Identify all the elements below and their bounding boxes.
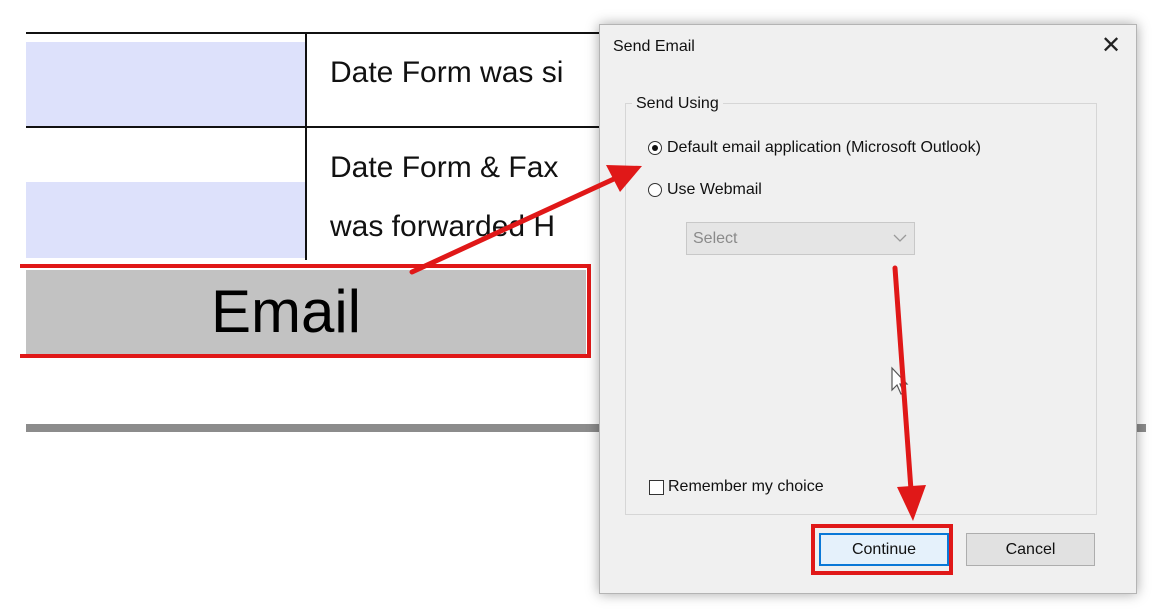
continue-button-highlight — [811, 524, 953, 575]
row-label-forwarded-line2: was forwarded H — [330, 210, 556, 243]
radio-default-email[interactable]: Default email application (Microsoft Out… — [648, 139, 981, 157]
table-row-divider — [26, 126, 626, 128]
radio-webmail-label: Use Webmail — [667, 181, 762, 198]
send-using-label: Send Using — [632, 95, 723, 113]
table-top-border — [26, 32, 626, 34]
screenshot-stage: Date Form was si Date Form & Fax was for… — [0, 0, 1158, 613]
remember-choice-checkbox[interactable]: Remember my choice — [649, 478, 824, 496]
close-icon[interactable]: ✕ — [1096, 31, 1126, 61]
radio-selected-icon[interactable] — [648, 141, 662, 155]
webmail-select[interactable]: Select — [686, 222, 915, 255]
remember-choice-label: Remember my choice — [668, 478, 824, 495]
radio-default-email-label: Default email application (Microsoft Out… — [667, 139, 981, 156]
chevron-down-icon — [886, 223, 914, 254]
radio-webmail[interactable]: Use Webmail — [648, 181, 762, 199]
send-using-group — [625, 103, 1097, 515]
webmail-select-value: Select — [693, 230, 738, 247]
table-column-divider — [305, 32, 307, 260]
radio-unselected-icon[interactable] — [648, 183, 662, 197]
checkbox-icon[interactable] — [649, 479, 664, 495]
form-field-signed-date[interactable] — [26, 42, 305, 126]
send-email-dialog: Send Email ✕ Send Using Default email ap… — [599, 24, 1137, 594]
row-label-forwarded-line1: Date Form & Fax — [330, 151, 559, 184]
form-field-forwarded-date[interactable] — [26, 182, 305, 258]
dialog-title: Send Email — [613, 38, 695, 55]
cancel-button[interactable]: Cancel — [966, 533, 1095, 566]
mouse-pointer-icon — [891, 366, 909, 395]
email-button-highlight — [20, 264, 591, 358]
row-label-signed-date: Date Form was si — [330, 56, 564, 89]
